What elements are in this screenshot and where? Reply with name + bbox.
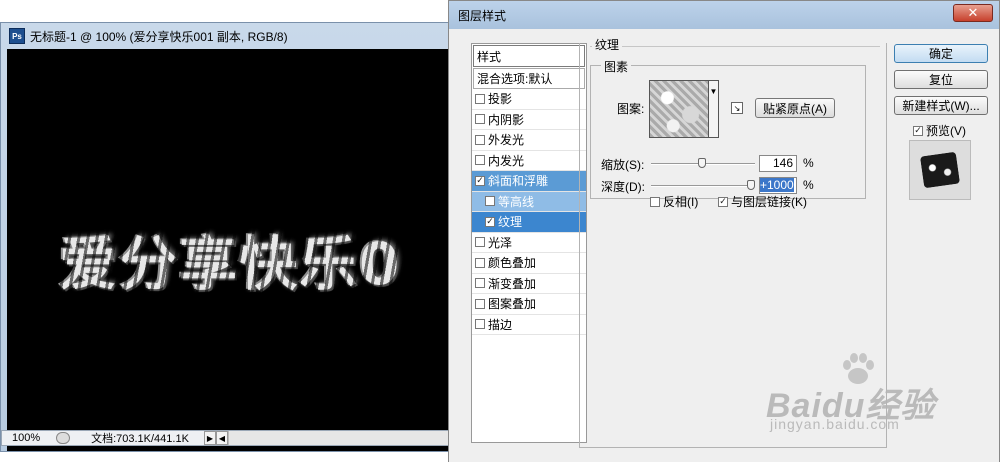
gradient-overlay-checkbox[interactable]	[475, 278, 485, 289]
style-item-drop-shadow[interactable]: 投影	[472, 89, 586, 110]
pattern-label: 图案:	[617, 102, 645, 116]
invert-checkbox[interactable]	[650, 196, 660, 207]
preview-label: 预览(V)	[926, 124, 966, 138]
color-overlay-checkbox[interactable]	[475, 257, 485, 268]
reset-button[interactable]: 复位	[894, 70, 988, 89]
style-item-color-overlay[interactable]: 颜色叠加	[472, 253, 586, 274]
pattern-dropdown-arrow-icon[interactable]: ▼	[709, 80, 719, 138]
styles-list: 样式 混合选项:默认 投影 内阴影 外发光 内发光 ✓ 斜面和浮雕 等高线 ✓ 纹理	[471, 43, 587, 443]
pattern-overlay-checkbox[interactable]	[475, 298, 485, 309]
ok-button[interactable]: 确定	[894, 44, 988, 63]
depth-slider-thumb[interactable]	[747, 180, 755, 190]
elements-group: 图素 图案: ▼ ↘ 贴紧原点(A) 缩放(S): 146 % 深度(D): +…	[590, 58, 866, 199]
canvas[interactable]: 爱分享快乐0	[7, 49, 455, 451]
invert-option[interactable]: 反相(I)	[650, 193, 698, 210]
style-item-outer-glow[interactable]: 外发光	[472, 130, 586, 151]
outer-glow-checkbox[interactable]	[475, 134, 485, 145]
invert-label: 反相(I)	[663, 195, 699, 209]
scroll-left-icon[interactable]: ◀	[216, 431, 228, 445]
document-info: 文档:703.1K/441.1K	[91, 433, 189, 445]
watermark-url: jingyan.baidu.com	[770, 416, 900, 432]
styles-header[interactable]: 样式	[473, 45, 585, 67]
style-item-inner-glow[interactable]: 内发光	[472, 151, 586, 171]
document-window: Ps 无标题-1 @ 100% (爱分享快乐001 副本, RGB/8) 爱分享…	[0, 22, 461, 452]
depth-percent: %	[803, 178, 814, 192]
stroke-checkbox[interactable]	[475, 319, 485, 330]
scale-slider-thumb[interactable]	[698, 158, 707, 168]
style-item-contour[interactable]: 等高线	[472, 191, 586, 212]
horizontal-scrollbar[interactable]	[228, 431, 460, 445]
scale-label: 缩放(S):	[601, 158, 645, 172]
dialog-title: 图层样式	[458, 8, 507, 23]
scale-percent: %	[803, 156, 814, 170]
preview-sample	[919, 151, 961, 189]
status-bar: 100% 文档:703.1K/441.1K ▶ ◀	[1, 430, 461, 446]
inner-shadow-checkbox[interactable]	[475, 114, 485, 125]
texture-checkbox[interactable]: ✓	[485, 216, 495, 227]
preview-option[interactable]: ✓ 预览(V)	[913, 122, 966, 139]
inner-glow-checkbox[interactable]	[475, 155, 485, 166]
zoom-field[interactable]: 100%	[2, 432, 50, 444]
style-item-bevel-emboss[interactable]: ✓ 斜面和浮雕	[472, 171, 586, 192]
timer-icon	[56, 432, 70, 444]
bevel-emboss-checkbox[interactable]: ✓	[475, 175, 485, 186]
snap-to-origin-button[interactable]: 贴紧原点(A)	[755, 98, 835, 118]
depth-label: 深度(D):	[601, 180, 645, 194]
contour-checkbox[interactable]	[485, 196, 495, 207]
link-with-layer-label: 与图层链接(K)	[731, 195, 807, 209]
style-item-stroke[interactable]: 描边	[472, 315, 586, 335]
new-style-button[interactable]: 新建样式(W)...	[894, 96, 988, 115]
style-item-texture[interactable]: ✓ 纹理	[472, 212, 586, 233]
style-item-inner-shadow[interactable]: 内阴影	[472, 110, 586, 130]
style-preview-thumbnail	[909, 140, 971, 200]
style-item-satin[interactable]: 光泽	[472, 233, 586, 253]
scale-slider[interactable]	[651, 158, 755, 168]
section-title: 纹理	[592, 36, 623, 53]
document-titlebar[interactable]: Ps 无标题-1 @ 100% (爱分享快乐001 副本, RGB/8)	[1, 23, 459, 49]
close-icon: ✕	[967, 5, 979, 20]
scale-input[interactable]: 146	[759, 155, 797, 172]
dialog-titlebar[interactable]: 图层样式 ✕	[449, 1, 999, 29]
style-item-gradient-overlay[interactable]: 渐变叠加	[472, 274, 586, 294]
satin-checkbox[interactable]	[475, 237, 485, 248]
new-preset-icon[interactable]: ↘	[731, 102, 743, 114]
drop-shadow-checkbox[interactable]	[475, 93, 485, 104]
status-menu-arrow-icon[interactable]: ▶	[204, 431, 216, 445]
style-item-pattern-overlay[interactable]: 图案叠加	[472, 294, 586, 315]
link-with-layer-option[interactable]: ✓ 与图层链接(K)	[718, 193, 807, 210]
pattern-swatch[interactable]	[649, 80, 709, 138]
document-title: 无标题-1 @ 100% (爱分享快乐001 副本, RGB/8)	[30, 29, 288, 44]
canvas-text-layer: 爱分享快乐0	[59, 230, 402, 298]
depth-input[interactable]: +1000	[759, 177, 797, 194]
close-button[interactable]: ✕	[953, 4, 993, 22]
link-with-layer-checkbox[interactable]: ✓	[718, 196, 728, 207]
preview-checkbox[interactable]: ✓	[913, 125, 923, 136]
photoshop-icon: Ps	[9, 28, 25, 44]
group-title: 图素	[601, 58, 632, 75]
blend-options-item[interactable]: 混合选项:默认	[473, 68, 585, 89]
depth-slider[interactable]	[651, 180, 755, 190]
section-divider	[590, 46, 880, 47]
